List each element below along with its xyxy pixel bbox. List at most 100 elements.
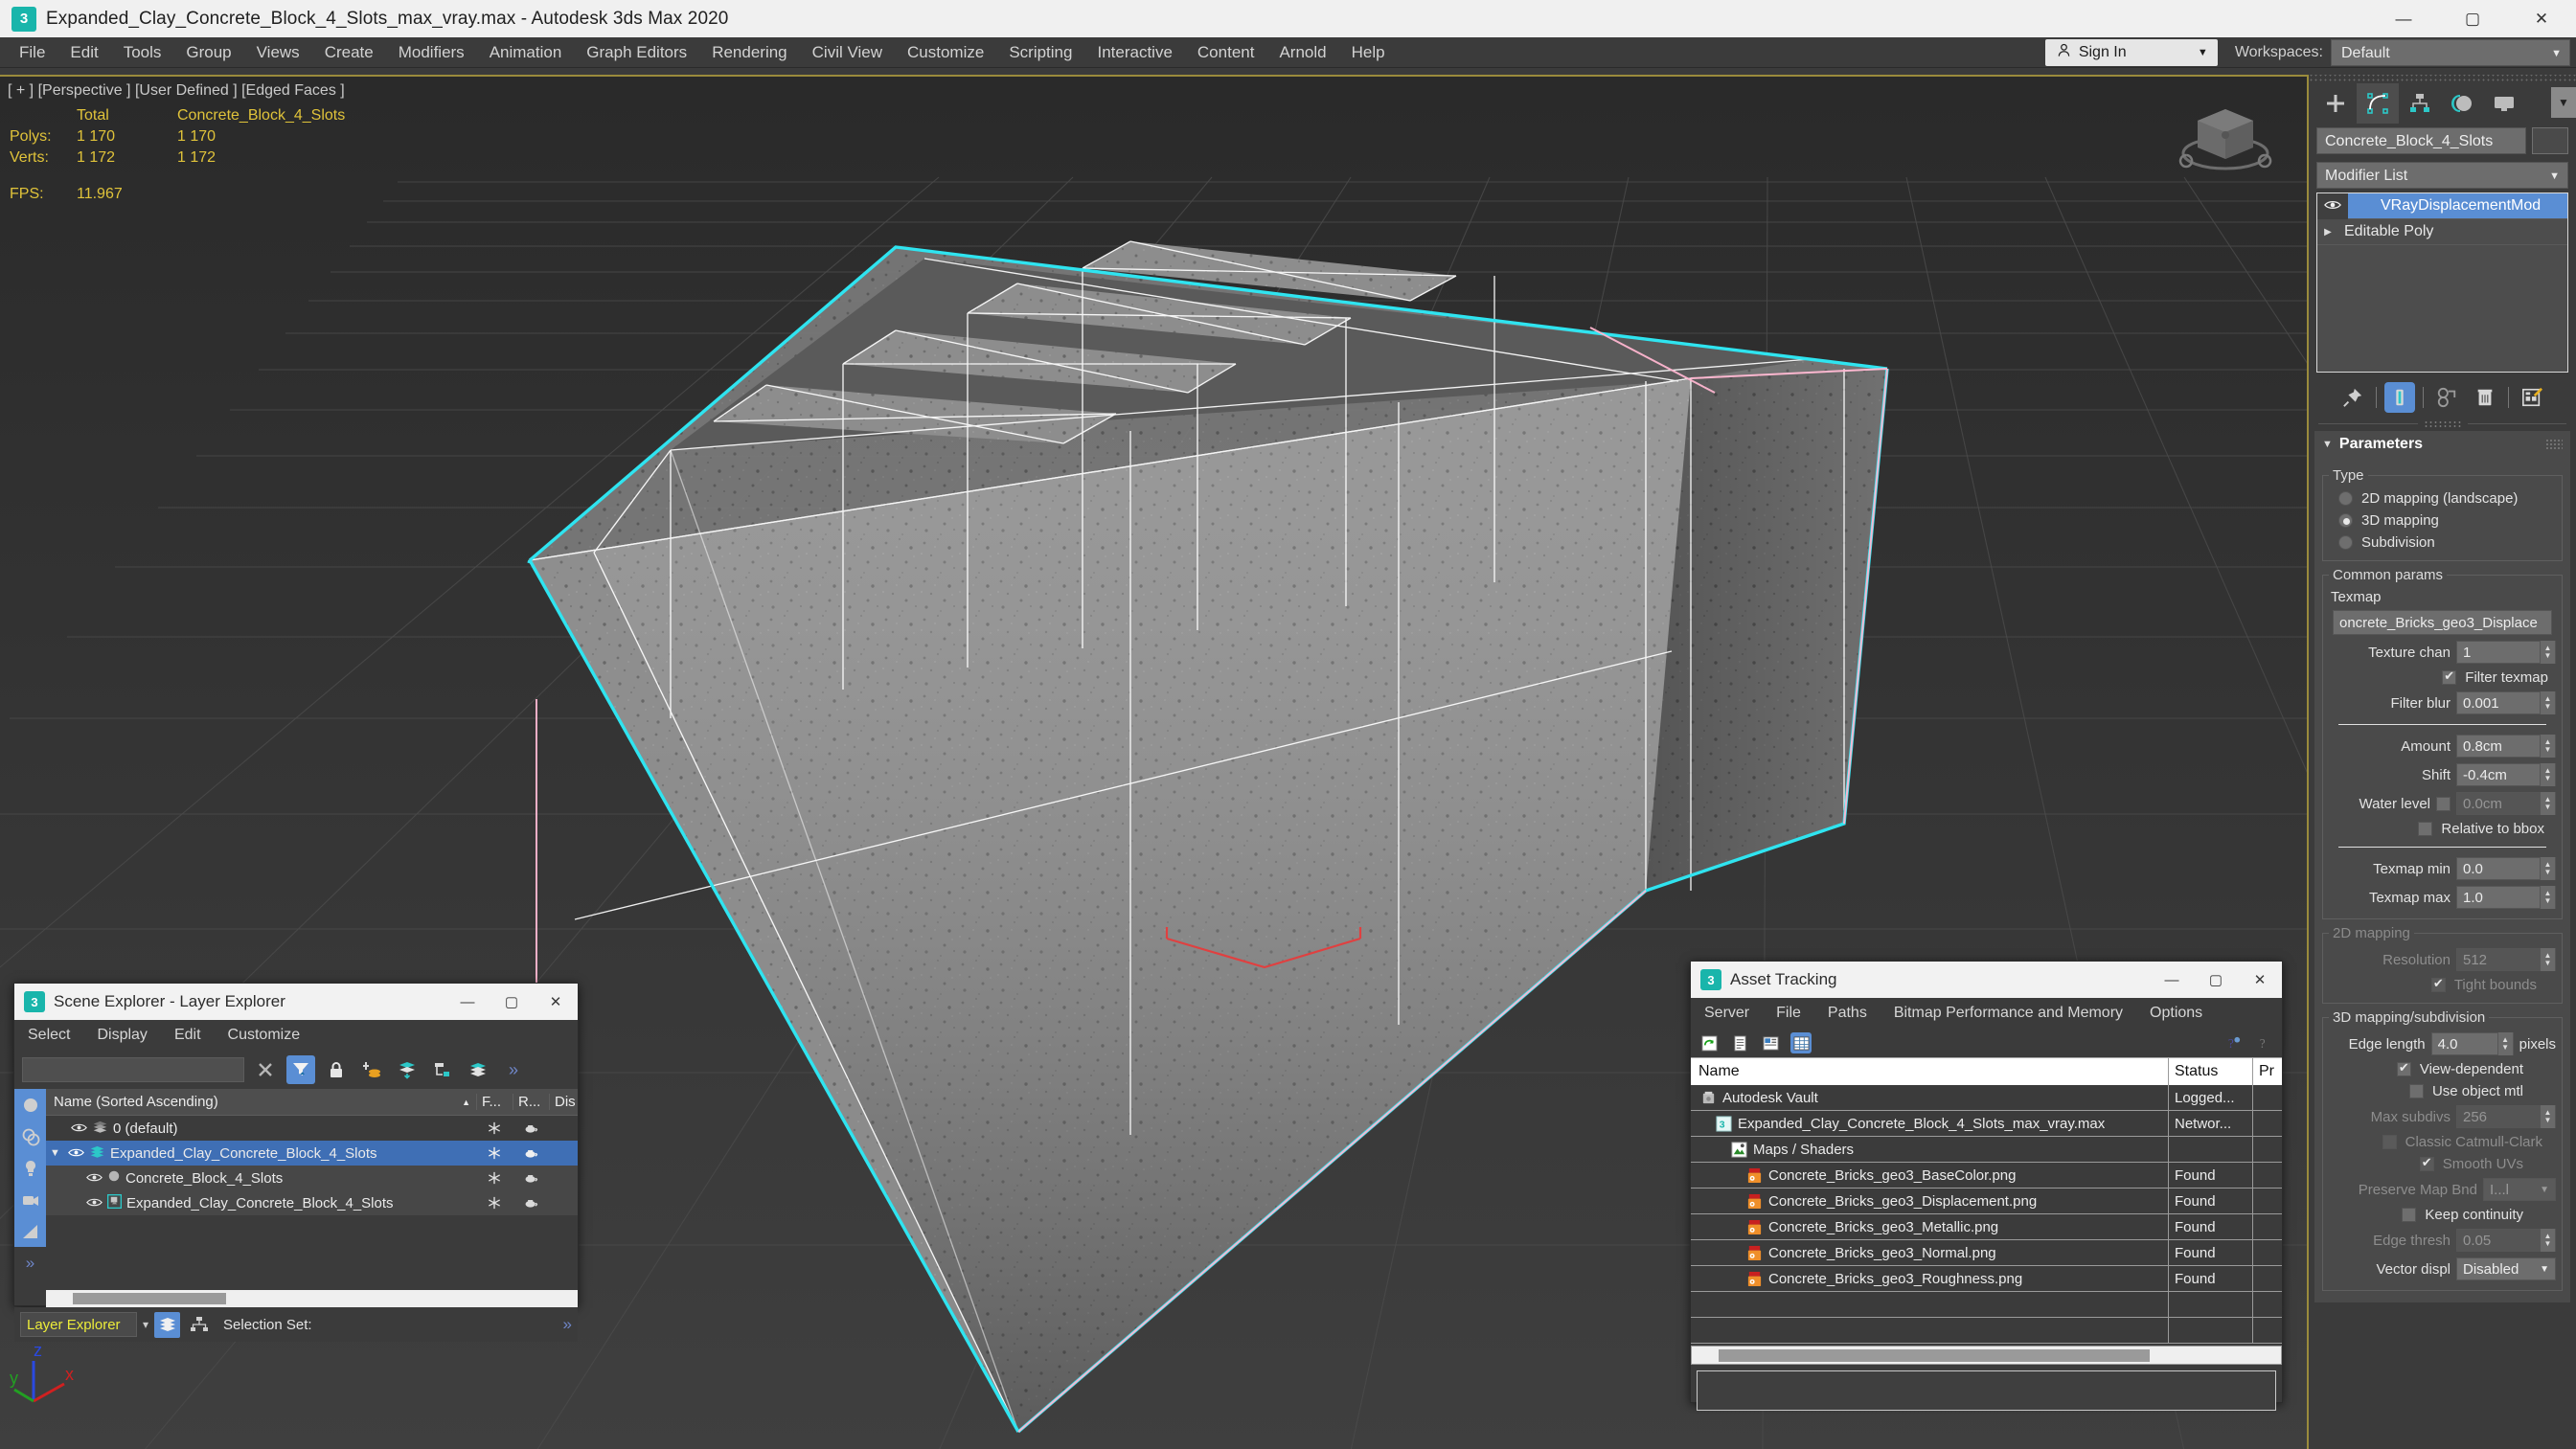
water-level-checkbox[interactable] bbox=[2436, 796, 2451, 811]
texmap-min-spinner[interactable]: 0.0 ▲ ▼ bbox=[2456, 857, 2556, 880]
spinner-arrows-icon[interactable]: ▲ ▼ bbox=[2540, 763, 2555, 786]
refresh-icon[interactable] bbox=[1698, 1032, 1720, 1053]
make-unique-icon[interactable] bbox=[2431, 382, 2462, 413]
modify-tab[interactable] bbox=[2357, 83, 2399, 124]
menu-customize[interactable]: Customize bbox=[895, 37, 996, 68]
scene-explorer-title-bar[interactable]: 3 Scene Explorer - Layer Explorer — ▢ ✕ bbox=[14, 984, 578, 1020]
menu-modifiers[interactable]: Modifiers bbox=[386, 37, 477, 68]
table-row[interactable]: 0 (default) bbox=[46, 1116, 578, 1141]
filter-overflow-icon[interactable]: » bbox=[14, 1247, 46, 1279]
radio-icon[interactable] bbox=[2338, 535, 2353, 550]
render-toggle[interactable] bbox=[513, 1197, 549, 1209]
texture-chan-value[interactable]: 1 bbox=[2457, 645, 2540, 661]
shift-spinner[interactable]: -0.4cm ▲ ▼ bbox=[2456, 763, 2556, 786]
se-menu-edit[interactable]: Edit bbox=[161, 1020, 215, 1051]
table-row[interactable]: Maps / Shaders bbox=[1691, 1136, 2282, 1163]
horizontal-scrollbar[interactable] bbox=[46, 1290, 578, 1307]
checkbox-icon[interactable] bbox=[2396, 1060, 2411, 1076]
grid-view-icon[interactable] bbox=[1790, 1032, 1812, 1053]
panel-drag-handle[interactable] bbox=[2309, 75, 2576, 83]
eye-icon[interactable] bbox=[68, 1145, 84, 1162]
triangle-down-icon[interactable]: ▼ bbox=[2322, 439, 2333, 450]
frozen-toggle[interactable] bbox=[476, 1171, 513, 1185]
list-view-icon[interactable] bbox=[1729, 1032, 1750, 1053]
table-row[interactable]: Concrete_Bricks_geo3_Metallic.png Found bbox=[1691, 1213, 2282, 1240]
table-row[interactable]: Concrete_Bricks_geo3_BaseColor.png Found bbox=[1691, 1162, 2282, 1189]
render-toggle[interactable] bbox=[513, 1122, 549, 1134]
spinner-arrows-icon[interactable]: ▲ ▼ bbox=[2540, 641, 2555, 664]
filter-texmap-row[interactable]: Filter texmap bbox=[2329, 667, 2556, 689]
filter-shapes-icon[interactable] bbox=[14, 1121, 46, 1152]
more-tabs-button[interactable]: ▼ bbox=[2551, 87, 2576, 118]
menu-interactive[interactable]: Interactive bbox=[1084, 37, 1184, 68]
sign-in-button[interactable]: Sign In ▼ bbox=[2044, 38, 2218, 66]
table-row[interactable]: Concrete_Bricks_geo3_Displacement.png Fo… bbox=[1691, 1188, 2282, 1214]
se-menu-customize[interactable]: Customize bbox=[215, 1020, 314, 1051]
asset-tracking-window[interactable]: 3 Asset Tracking — ▢ ✕ Server File Paths… bbox=[1690, 961, 2283, 1411]
object-color-swatch[interactable] bbox=[2532, 127, 2568, 154]
chevron-down-icon[interactable]: ▼ bbox=[2549, 163, 2560, 190]
viewport-label[interactable]: [ + ] [Perspective ] [User Defined ] [Ed… bbox=[8, 82, 345, 100]
filter-cameras-icon[interactable] bbox=[14, 1184, 46, 1215]
parameters-rollout-header[interactable]: ▼ Parameters bbox=[2314, 431, 2570, 458]
eye-icon[interactable] bbox=[86, 1195, 103, 1211]
add-selection-to-layer-icon[interactable] bbox=[393, 1055, 422, 1084]
close-button[interactable]: ✕ bbox=[534, 984, 578, 1020]
at-menu-file[interactable]: File bbox=[1763, 998, 1814, 1029]
texture-chan-spinner[interactable]: 1 ▲ ▼ bbox=[2456, 641, 2556, 664]
maximize-button[interactable]: ▢ bbox=[490, 984, 534, 1020]
minimize-button[interactable]: — bbox=[2369, 0, 2438, 37]
help-new-icon[interactable]: ? bbox=[2223, 1032, 2244, 1053]
remove-modifier-icon[interactable] bbox=[2470, 382, 2500, 413]
menu-file[interactable]: File bbox=[7, 37, 57, 68]
table-row[interactable]: Concrete_Bricks_geo3_Normal.png Found bbox=[1691, 1239, 2282, 1266]
close-button[interactable]: ✕ bbox=[2238, 962, 2282, 998]
column-frozen[interactable]: F... bbox=[476, 1094, 513, 1110]
scrollbar-thumb[interactable] bbox=[73, 1293, 226, 1304]
texmap-max-spinner[interactable]: 1.0 ▲ ▼ bbox=[2456, 886, 2556, 909]
explorer-mode-select[interactable]: Layer Explorer bbox=[20, 1312, 137, 1337]
eye-icon[interactable] bbox=[2317, 193, 2348, 219]
relative-bbox-row[interactable]: Relative to bbox bbox=[2329, 818, 2556, 840]
lock-icon[interactable] bbox=[322, 1055, 351, 1084]
table-row[interactable]: Concrete_Block_4_Slots bbox=[46, 1166, 578, 1190]
se-menu-display[interactable]: Display bbox=[83, 1020, 160, 1051]
water-level-value[interactable]: 0.0cm bbox=[2457, 796, 2540, 812]
radio-icon-selected[interactable] bbox=[2338, 513, 2353, 528]
column-path[interactable]: Pr bbox=[2253, 1058, 2282, 1085]
menu-tools[interactable]: Tools bbox=[111, 37, 174, 68]
menu-civil-view[interactable]: Civil View bbox=[800, 37, 895, 68]
amount-value[interactable]: 0.8cm bbox=[2457, 738, 2540, 755]
table-row[interactable]: 3 Expanded_Clay_Concrete_Block_4_Slots_m… bbox=[1691, 1110, 2282, 1137]
menu-help[interactable]: Help bbox=[1339, 37, 1398, 68]
spinner-arrows-icon[interactable]: ▲ ▼ bbox=[2540, 857, 2555, 880]
column-status[interactable]: Status bbox=[2169, 1058, 2253, 1085]
hierarchy-tab[interactable] bbox=[2399, 83, 2441, 124]
radio-subdivision[interactable]: Subdivision bbox=[2329, 532, 2556, 554]
horizontal-scrollbar[interactable] bbox=[1691, 1346, 2282, 1365]
render-toggle[interactable] bbox=[513, 1172, 549, 1184]
shift-value[interactable]: -0.4cm bbox=[2457, 767, 2540, 783]
se-menu-select[interactable]: Select bbox=[14, 1020, 83, 1051]
use-object-mtl-row[interactable]: Use object mtl bbox=[2329, 1080, 2556, 1102]
overflow-icon[interactable]: » bbox=[499, 1055, 528, 1084]
filter-geometry-icon[interactable] bbox=[14, 1089, 46, 1121]
texmap-min-value[interactable]: 0.0 bbox=[2457, 861, 2540, 877]
frozen-toggle[interactable] bbox=[476, 1196, 513, 1210]
modifier-stack[interactable]: VRayDisplacementMod ▶ Editable Poly bbox=[2316, 192, 2568, 373]
asset-table[interactable]: Name Status Pr Autodesk Vault Logged... … bbox=[1691, 1057, 2282, 1344]
texmap-button[interactable]: oncrete_Bricks_geo3_Displace bbox=[2333, 610, 2552, 635]
workspace-select[interactable]: Default ▼ bbox=[2331, 38, 2570, 66]
select-layer-objects-icon[interactable] bbox=[428, 1055, 457, 1084]
pin-stack-icon[interactable] bbox=[2337, 382, 2368, 413]
menu-scripting[interactable]: Scripting bbox=[996, 37, 1084, 68]
texmap-max-value[interactable]: 1.0 bbox=[2457, 890, 2540, 906]
expand-collapse-icon[interactable]: ▼ bbox=[50, 1147, 63, 1159]
sort-ascending-icon[interactable]: ▲ bbox=[462, 1098, 470, 1107]
search-input[interactable] bbox=[22, 1057, 244, 1082]
spinner-arrows-icon[interactable]: ▲ ▼ bbox=[2540, 886, 2555, 909]
column-display[interactable]: Dis bbox=[549, 1094, 578, 1110]
render-toggle[interactable] bbox=[513, 1147, 549, 1159]
scrollbar-thumb[interactable] bbox=[1719, 1349, 2150, 1362]
menu-animation[interactable]: Animation bbox=[477, 37, 575, 68]
